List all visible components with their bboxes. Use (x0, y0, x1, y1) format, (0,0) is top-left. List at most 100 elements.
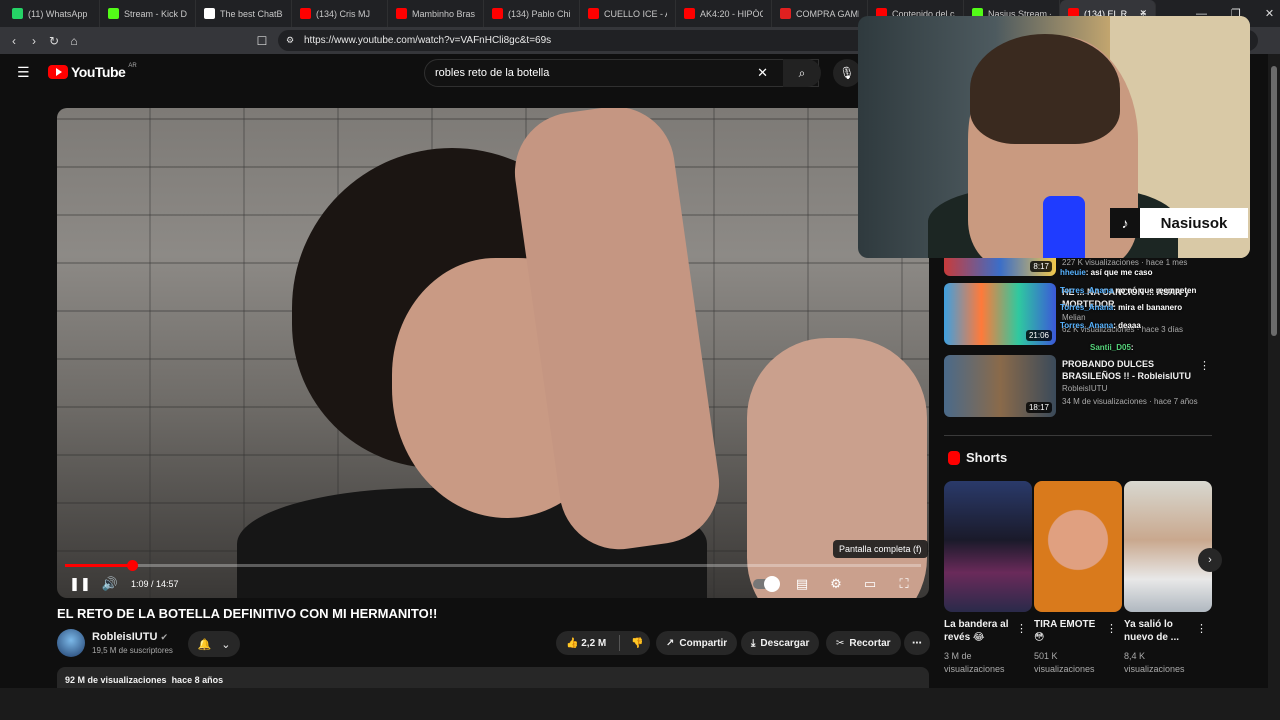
streamer-webcam: ♪ Nasiusok (858, 16, 1250, 258)
shorts-icon (948, 450, 960, 465)
channel-avatar[interactable] (57, 629, 85, 657)
bookmark-icon[interactable]: ☐ (252, 34, 272, 48)
shorts-next-button[interactable]: › (1198, 548, 1222, 572)
short-thumbnail[interactable] (1034, 481, 1122, 612)
short-views: 3 M de visualizaciones (944, 651, 1005, 674)
search-input[interactable]: robles reto de la botella ✕ (424, 59, 819, 87)
clip-button[interactable]: ✂ Recortar (826, 631, 901, 655)
recommendation-meta: 34 M de visualizaciones · hace 7 años (1062, 397, 1198, 406)
download-button[interactable]: ⤓ Descargar (741, 631, 820, 655)
section-divider (944, 435, 1212, 436)
taskbar (0, 688, 1280, 720)
browser-tab-label: Stream - Kick Das (124, 8, 187, 19)
tiktok-badge: ♪ Nasiusok (1110, 208, 1248, 238)
browser-tab[interactable]: (11) WhatsApp (4, 0, 100, 27)
short-views: 501 K visualizaciones (1034, 651, 1095, 674)
short-thumbnail[interactable] (1124, 481, 1212, 612)
volume-icon[interactable]: 🔊 (95, 576, 125, 592)
browser-tab-label: (134) Pablo Chill- (508, 8, 571, 19)
search-query: robles reto de la botella (435, 67, 550, 79)
view-count: 92 M de visualizaciones (65, 675, 167, 685)
fullscreen-tooltip: Pantalla completa (f) (833, 540, 928, 558)
notification-bell-button[interactable]: 🔔 ⌄ (188, 631, 240, 657)
browser-tab[interactable]: (134) Pablo Chill- (484, 0, 580, 27)
home-icon[interactable]: ⌂ (64, 34, 84, 48)
more-icon[interactable]: ⋮ (1196, 622, 1207, 635)
more-icon[interactable]: ⋮ (1199, 359, 1210, 372)
clear-search-icon[interactable]: ✕ (757, 65, 768, 81)
youtube-logo[interactable]: YouTube AR (48, 63, 137, 80)
browser-tab-label: Mambinho Brasil (412, 8, 475, 19)
duration-badge: 21:06 (1025, 330, 1052, 341)
chat-message: hheuie: así que me caso (1060, 268, 1220, 277)
autoplay-toggle[interactable] (753, 576, 780, 592)
back-icon[interactable]: ‹ (4, 34, 24, 48)
microphone-icon: 🎙 (839, 66, 855, 80)
close-window-icon[interactable]: ✕ (1265, 7, 1274, 20)
youtube-play-icon (48, 65, 68, 79)
like-count: 2,2 M (581, 637, 607, 649)
browser-tab[interactable]: Mambinho Brasil (388, 0, 484, 27)
more-icon[interactable]: ⋮ (1106, 622, 1117, 635)
video-player[interactable]: Pantalla completa (f) ❚❚ 🔊 1:09 / 14:57 … (57, 108, 929, 598)
like-dislike-group: 👍 2,2 M 👎 (556, 631, 650, 655)
chat-user: Santii_D05 (1090, 343, 1131, 352)
chat-message: Santii_D05: (1090, 343, 1250, 352)
browser-tab[interactable]: Stream - Kick Das (100, 0, 196, 27)
forward-icon[interactable]: › (24, 34, 44, 48)
chat-message: Torres_Anana: mira el bananero (1060, 303, 1220, 312)
subtitles-icon[interactable]: ▤ (787, 576, 817, 592)
short-title[interactable]: La bandera al revés 😂 (944, 618, 1018, 644)
pause-icon[interactable]: ❚❚ (65, 576, 95, 592)
progress-bar[interactable] (65, 560, 921, 571)
recommendation-item[interactable]: 18:17 PROBANDO DULCES BRASILEÑOS !! - Ro… (944, 355, 1214, 419)
chat-user: hheuie (1060, 268, 1086, 277)
search-button[interactable]: ⌕ (783, 59, 821, 87)
kick-icon (108, 8, 119, 19)
shorts-heading: Shorts (948, 450, 1007, 465)
download-icon: ⤓ (751, 637, 756, 649)
menu-icon[interactable]: ☰ (17, 64, 30, 81)
like-button[interactable]: 👍 2,2 M (566, 638, 606, 649)
browser-tab[interactable]: The best ChatBot (196, 0, 292, 27)
channel-name-text: RobleisIUTU (92, 631, 158, 643)
channel-name[interactable]: RobleisIUTU ✔ (92, 631, 168, 643)
settings-gear-icon[interactable]: ⚙ (821, 576, 851, 592)
webcam-streamer-hair (970, 34, 1120, 144)
browser-tab[interactable]: AK4:20 - HIPÓCR (676, 0, 772, 27)
browser-tab[interactable]: (134) Cris MJ (292, 0, 388, 27)
site-info-icon[interactable]: ⚙ (286, 35, 294, 46)
short-title[interactable]: TIRA EMOTE 😳 (1034, 618, 1108, 644)
recommendation-thumbnail[interactable]: 21:06 (944, 283, 1056, 345)
browser-tab[interactable]: COMPRA GAMER (772, 0, 868, 27)
browser-tab-label: CUELLO ICE - AK (604, 8, 667, 19)
tiktok-username: Nasiusok (1140, 208, 1248, 238)
video-frame-arm (747, 338, 927, 598)
country-code: AR (128, 63, 137, 69)
reload-icon[interactable]: ↻ (44, 34, 64, 48)
youtube-icon (684, 8, 695, 19)
more-actions-button[interactable]: ⋯ (904, 631, 930, 655)
scissors-icon: ✂ (836, 637, 845, 649)
browser-tab-label: The best ChatBot (220, 8, 283, 19)
page-scrollbar[interactable] (1268, 54, 1280, 688)
time-display: 1:09 / 14:57 (131, 579, 179, 589)
dislike-button[interactable]: 👎 (631, 638, 643, 649)
chat-text: no no que reempeten (1115, 286, 1197, 295)
short-title[interactable]: Ya salió lo nuevo de ... (1124, 618, 1198, 644)
recommendation-meta: 227 K visualizaciones · hace 1 mes (1062, 258, 1188, 267)
short-thumbnail[interactable] (944, 481, 1032, 612)
youtube-icon (396, 8, 407, 19)
fullscreen-icon[interactable]: ⛶ (889, 576, 919, 592)
voice-search-button[interactable]: 🎙 (833, 59, 861, 87)
download-label: Descargar (760, 637, 810, 649)
scrollbar-thumb[interactable] (1271, 66, 1277, 336)
whatsapp-icon (12, 8, 23, 19)
browser-tab-label: (11) WhatsApp (28, 8, 88, 19)
recommendation-thumbnail[interactable]: 18:17 (944, 355, 1056, 417)
theater-mode-icon[interactable]: ▭ (855, 576, 885, 592)
chat-user: Torres_Anana (1060, 286, 1114, 295)
more-icon[interactable]: ⋮ (1016, 622, 1027, 635)
share-button[interactable]: ↗ Compartir (656, 631, 738, 655)
browser-tab[interactable]: CUELLO ICE - AK (580, 0, 676, 27)
